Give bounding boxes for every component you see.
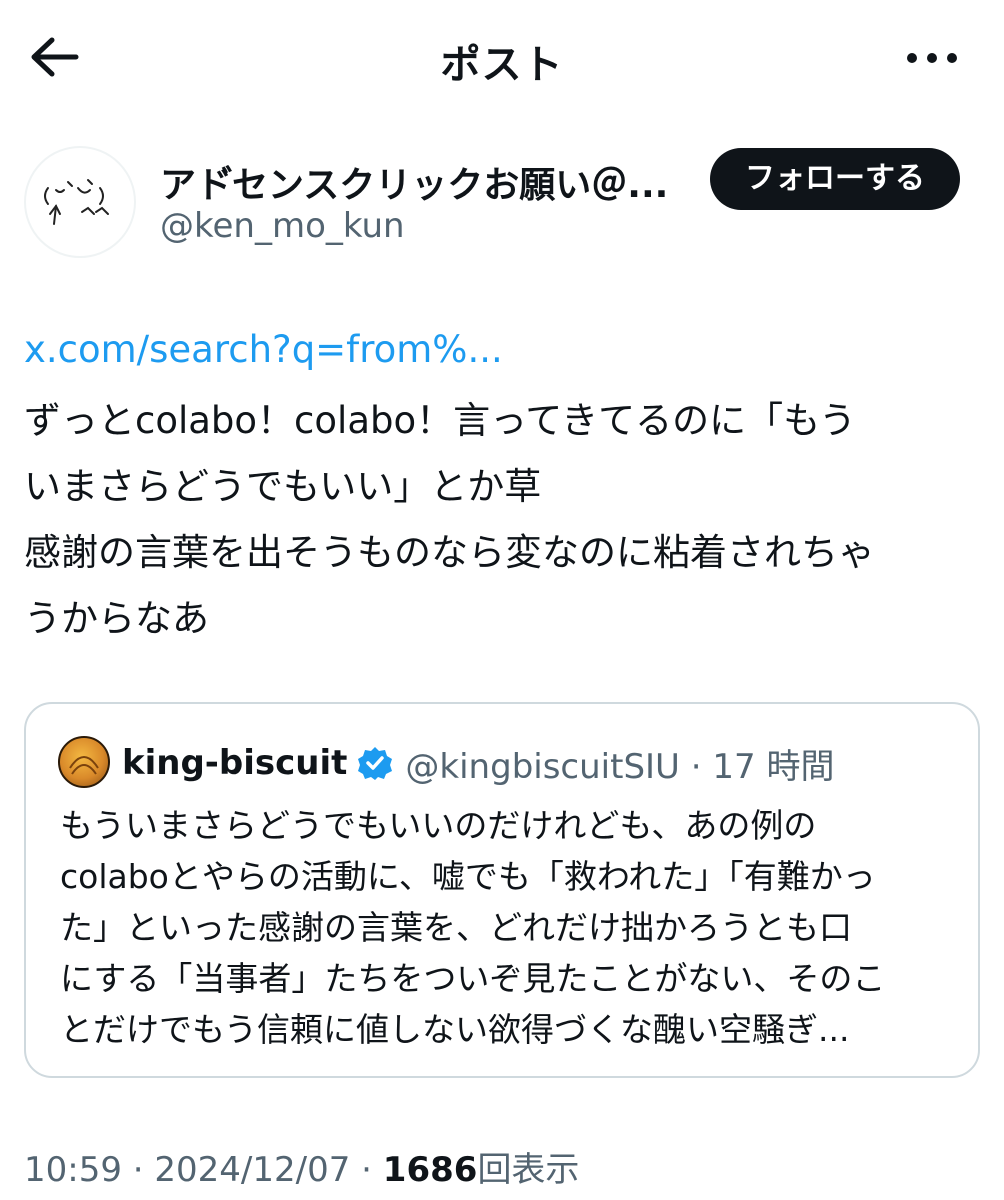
post-text-line: ずっとcolabo！colabo！言ってきてるのに「もう [24,399,857,442]
quoted-handle-time: @kingbiscuitSIU · 17 時間 [405,746,835,787]
post-text-line: いまさらどうでもいい」とか草 [24,465,542,508]
quoted-text-line: とだけでもう信頼に値しない欲得づくな醜い空騒ぎ... [60,1010,850,1049]
post-link[interactable]: x.com/search?q=from%... [24,328,503,371]
quoted-post-text: もういまさらどうでもいいのだけれども、あの例の colaboとやらの活動に、嘘で… [60,800,950,1055]
post-timestamp[interactable]: 10:59 · 2024/12/07 · [24,1150,383,1190]
view-label: 回表示 [477,1150,580,1190]
quoted-post-card[interactable]: king-biscuit @kingbiscuitSIU · 17 時間 もうい… [24,702,980,1078]
post-text-line: うからなあ [24,597,209,640]
post-text-line: 感謝の言葉を出そうものなら変なのに粘着されちゃ [24,531,875,574]
author-handle[interactable]: @ken_mo_kun [160,206,405,246]
view-count: 1686 [382,1150,478,1190]
quoted-text-line: にする「当事者」たちをついぞ見たことがない、そのこ [60,959,886,998]
top-bar: ポスト [0,0,1004,116]
post-meta: 10:59 · 2024/12/07 · 1686回表示 [24,1142,579,1191]
more-dots-icon [907,53,957,63]
author-name[interactable]: アド゙センスクリックお願い＠... [160,156,700,208]
quoted-post-header: king-biscuit @kingbiscuitSIU · 17 時間 [122,738,834,788]
quoted-text-line: た」といった感謝の言葉を、どれだけ拙かろうとも口 [60,908,852,947]
quoted-author-avatar [58,736,110,788]
post-text: ずっとcolabo！colabo！言ってきてるのに「もう いまさらどうでもいい」… [24,388,974,652]
author-avatar[interactable] [24,146,136,258]
avatar-image [44,179,109,225]
biscuit-avatar-image [69,756,99,775]
verified-badge-icon [358,747,393,780]
more-button[interactable] [904,40,960,76]
follow-button[interactable]: フォローする [710,148,960,210]
quoted-text-line: colaboとやらの活動に、嘘でも「救われた」「有難かっ [60,857,876,896]
quoted-text-line: もういまさらどうでもいいのだけれども、あの例の [60,806,817,845]
quoted-author-name: king-biscuit [122,743,348,783]
page-title: ポスト [440,42,564,88]
